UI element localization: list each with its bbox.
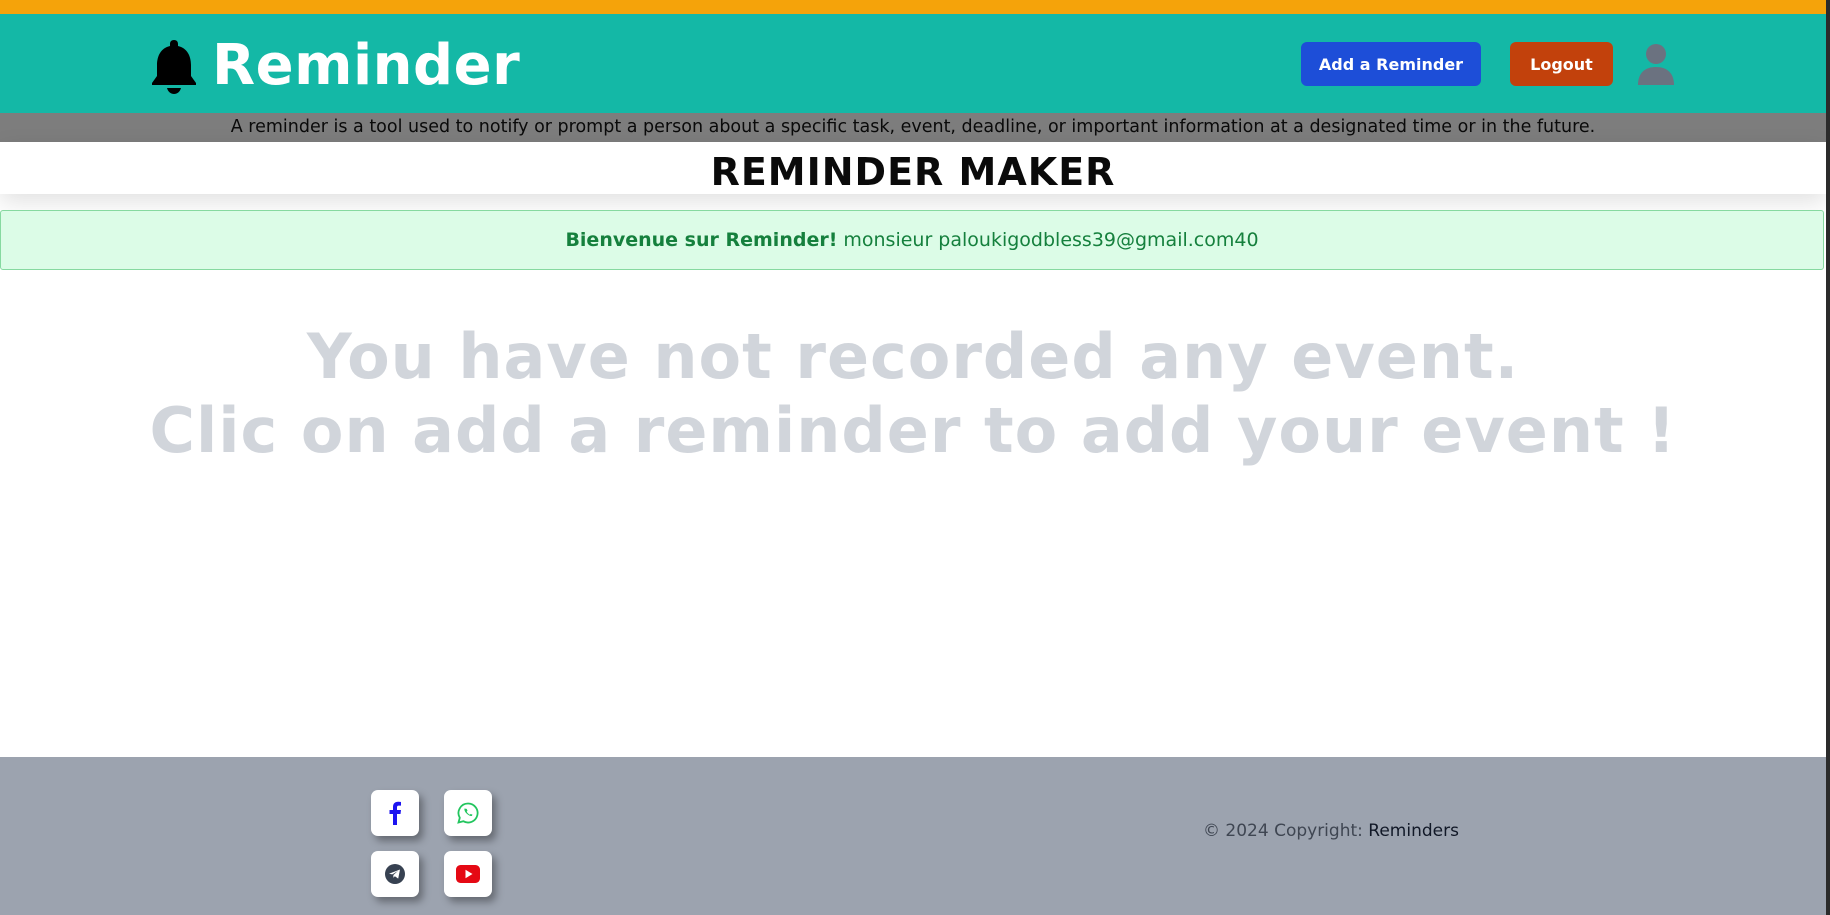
telegram-icon [385,864,405,884]
copyright-text: © 2024 Copyright: [1203,821,1363,841]
facebook-icon [389,801,401,825]
facebook-link[interactable] [371,790,419,836]
copyright-link[interactable]: Reminders [1368,821,1459,841]
brand-name: Reminder [212,33,521,98]
top-stripe [0,0,1826,14]
logout-button[interactable]: Logout [1510,42,1613,86]
page: Reminder Add a Reminder Logout A reminde… [0,0,1826,915]
page-title: REMINDER MAKER [710,150,1116,194]
alert-message: monsieur paloukigodbless39@gmail.com40 [843,229,1259,251]
whatsapp-icon [457,802,479,824]
empty-state: You have not recorded any event. Clic on… [0,320,1826,468]
empty-state-line-1: You have not recorded any event. [306,320,1520,393]
youtube-link[interactable] [444,851,492,897]
youtube-icon [456,865,480,883]
bell-icon [152,40,196,94]
copyright: © 2024 Copyright: Reminders [1203,821,1459,841]
whatsapp-link[interactable] [444,790,492,836]
navbar: Reminder Add a Reminder Logout [0,14,1826,113]
welcome-alert: Bienvenue sur Reminder! monsieur palouki… [0,210,1824,270]
window-edge [1826,0,1830,915]
add-reminder-button[interactable]: Add a Reminder [1301,42,1481,86]
alert-heading: Bienvenue sur Reminder! [565,229,838,251]
tagline: A reminder is a tool used to notify or p… [0,113,1826,142]
brand[interactable]: Reminder [150,36,520,96]
empty-state-line-2: Clic on add a reminder to add your event… [149,394,1677,467]
footer: © 2024 Copyright: Reminders [0,757,1826,915]
user-avatar-icon[interactable] [1637,43,1675,85]
telegram-link[interactable] [371,851,419,897]
